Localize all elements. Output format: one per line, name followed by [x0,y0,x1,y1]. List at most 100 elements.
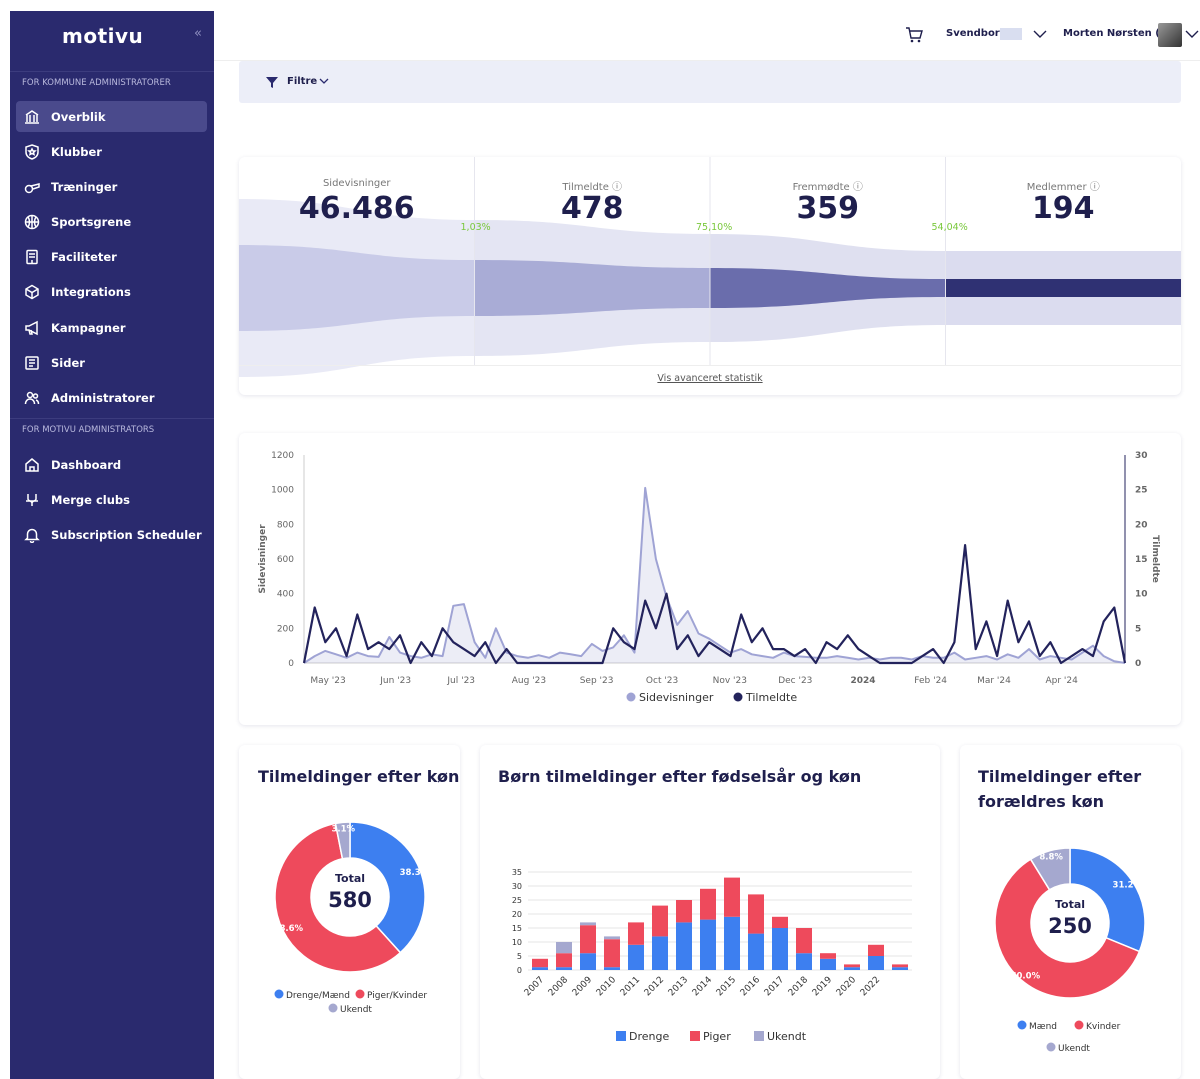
x-tick-label: Mar '24 [977,676,1011,686]
sidebar-item-administratorer[interactable]: Administratorer [16,382,207,413]
bar-piger[interactable] [868,944,884,956]
legend-label[interactable]: Piger [703,1030,731,1043]
filter-button[interactable]: Filtre [287,76,317,87]
chevron-down-icon[interactable] [319,77,329,85]
bar-ukendt[interactable] [604,936,620,940]
x-tick-label: Dec '23 [778,676,812,686]
stat-value: 359 [796,191,860,226]
bar-piger[interactable] [748,894,764,934]
x-tick-label: Oct '23 [646,676,678,686]
legend-label[interactable]: Ukendt [767,1030,807,1043]
birthyear-bar-chart: 051015202530352007 2008 2009 2010 2011 2012 20… [512,868,912,1043]
legend-label[interactable]: Drenge/Mænd [286,991,350,1001]
avatar[interactable] [1158,23,1182,47]
x-tick-label: 2016 [739,975,762,998]
bar-drenge[interactable] [676,922,692,970]
sidebar-item-label: Klubber [51,144,102,159]
legend-label[interactable]: Piger/Kvinder [367,991,427,1001]
advanced-stats-link[interactable]: Vis avanceret statistik [239,373,1181,384]
y2-tick-label: 15 [1135,555,1148,565]
sidebar-item-overblik[interactable]: Overblik [16,101,207,132]
bar-piger[interactable] [892,964,908,968]
motivu-logo[interactable]: motivu [62,24,143,48]
conversion-rate: 54,04% [931,222,968,233]
bar-piger[interactable] [700,888,716,920]
sidebar-item-subscription-scheduler[interactable]: Subscription Scheduler [16,519,207,550]
y-tick-label: 800 [277,520,294,530]
legend-label[interactable]: Ukendt [1058,1044,1090,1054]
legend-swatch [616,1031,626,1041]
pages-icon [22,353,42,373]
bar-drenge[interactable] [748,933,764,970]
timeline-card: 1200 1000 800 600 400 200 0 30 25 20 15 10 5 0 Sidevis… [239,433,1181,725]
bar-drenge[interactable] [556,967,572,970]
sidebar-item-faciliteter[interactable]: Faciliteter [16,241,207,272]
series-line-tilmeldte [302,544,1127,665]
sidebar-item-kampagner[interactable]: Kampagner [16,312,207,343]
bar-ukendt[interactable] [556,942,572,954]
funnel-icon[interactable] [265,76,279,89]
bar-piger[interactable] [796,928,812,954]
bar-piger[interactable] [820,953,836,959]
bar-drenge[interactable] [772,928,788,970]
donut-center-value: 580 [328,888,372,912]
legend-label[interactable]: Ukendt [340,1005,372,1015]
bar-drenge[interactable] [628,944,644,970]
bar-piger[interactable] [556,953,572,968]
cart-icon[interactable] [904,25,924,45]
bar-drenge[interactable] [532,967,548,970]
chevron-down-icon[interactable] [1184,28,1200,40]
whistle-icon [22,177,42,197]
municipality-selector[interactable]: Svendborg [946,28,1007,39]
bell-icon [22,525,42,545]
sidebar-item-label: Dashboard [51,457,122,472]
sidebar-item-klubber[interactable]: Klubber [16,136,207,167]
bar-piger[interactable] [772,916,788,928]
user-name[interactable]: Morten Nørsten (... [1063,28,1171,39]
legend-label[interactable]: Sidevisninger [639,691,714,704]
building-icon [22,247,42,267]
chevron-down-icon[interactable] [1032,28,1048,40]
x-tick-label: Jul '23 [446,676,475,686]
bar-drenge[interactable] [820,958,836,970]
legend-swatch [733,692,743,702]
legend-swatch [626,692,636,702]
bar-drenge[interactable] [796,953,812,970]
legend-swatch [274,989,284,999]
sidebar-item-sider[interactable]: Sider [16,347,207,378]
x-tick-label: 2015 [715,975,738,998]
bar-piger[interactable] [724,877,740,917]
sidebar-item-label: Subscription Scheduler [51,527,202,542]
bar-drenge[interactable] [844,967,860,970]
sidebar-item-træninger[interactable]: Træninger [16,171,207,202]
legend-label[interactable]: Mænd [1029,1022,1057,1032]
bar-piger[interactable] [532,958,548,968]
bar-drenge[interactable] [868,956,884,970]
bar-ukendt[interactable] [580,922,596,926]
bar-drenge[interactable] [604,967,620,970]
bar-piger[interactable] [652,905,668,937]
bar-drenge[interactable] [724,916,740,970]
bar-piger[interactable] [580,925,596,954]
y2-tick-label: 20 [1135,520,1148,530]
collapse-sidebar-icon[interactable]: « [194,26,202,41]
sidebar-item-integrations[interactable]: Integrations [16,276,207,307]
bar-piger[interactable] [628,922,644,945]
bar-drenge[interactable] [652,936,668,970]
sidebar-item-dashboard[interactable]: Dashboard [16,449,207,480]
slice-label: 58.6% [274,924,304,934]
bar-drenge[interactable] [700,919,716,970]
bar-piger[interactable] [676,900,692,923]
x-tick-label: Feb '24 [914,676,947,686]
bar-piger[interactable] [844,964,860,968]
legend-label[interactable]: Kvinder [1086,1022,1121,1032]
legend-label[interactable]: Tilmeldte [745,691,797,704]
sidebar-item-label: Kampagner [51,320,126,335]
legend-label[interactable]: Drenge [629,1030,669,1043]
slice-label: 8.8% [1039,853,1063,863]
bar-drenge[interactable] [580,953,596,970]
sidebar-item-sportsgrene[interactable]: Sportsgrene [16,206,207,237]
bar-piger[interactable] [604,939,620,968]
bar-drenge[interactable] [892,967,908,970]
sidebar-item-merge-clubs[interactable]: Merge clubs [16,484,207,515]
